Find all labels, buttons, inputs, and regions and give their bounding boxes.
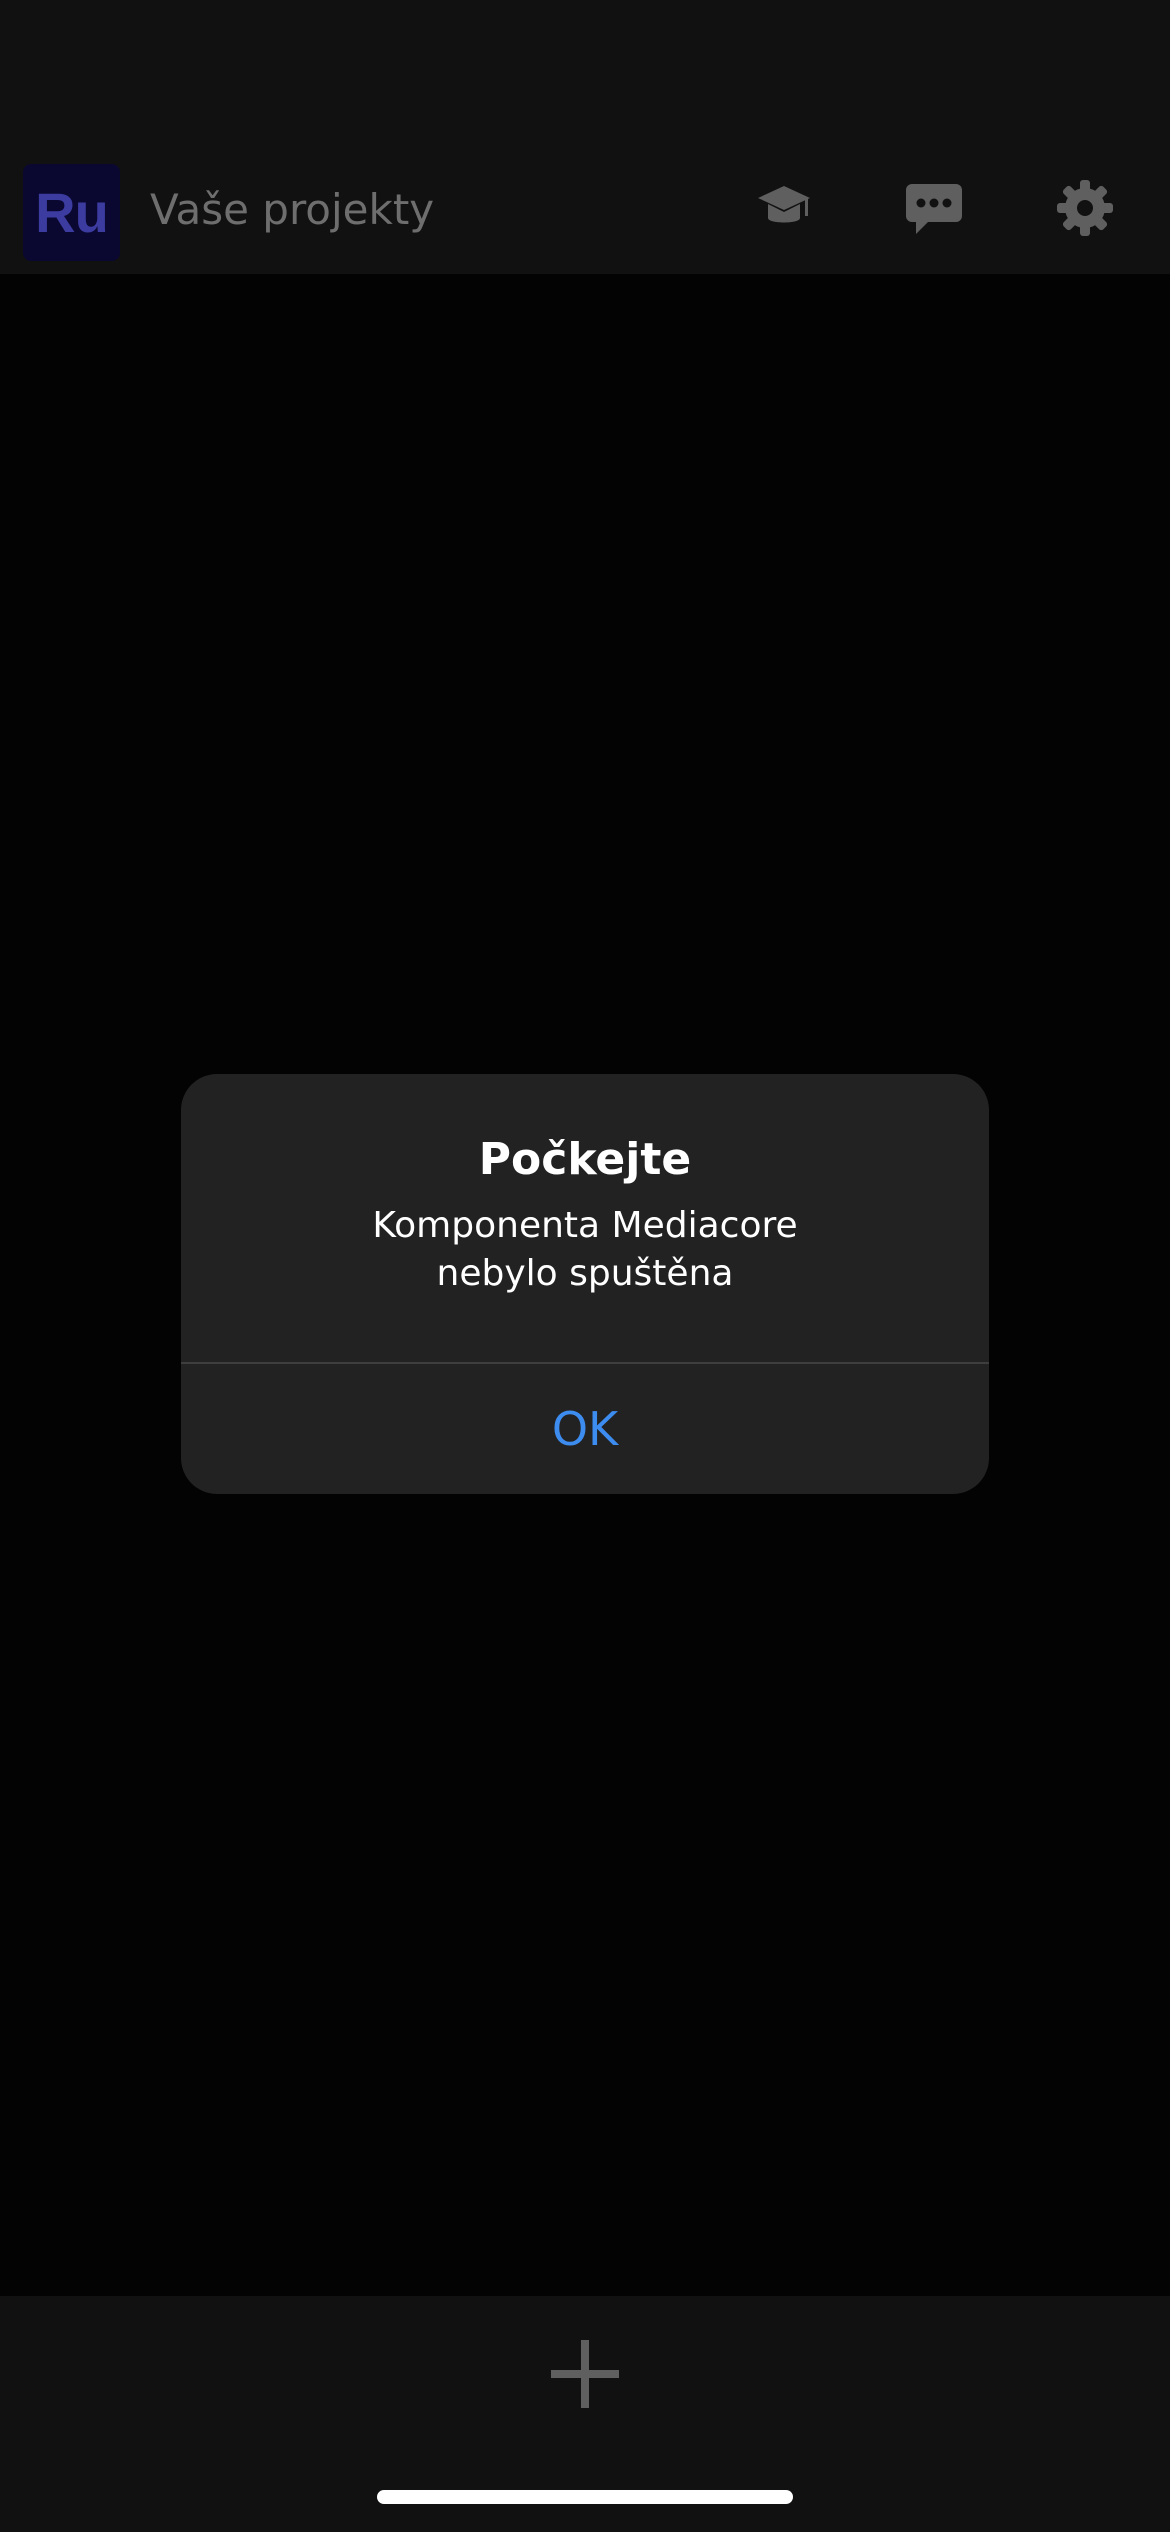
status-bar — [0, 0, 1170, 160]
app-logo: Ru — [23, 164, 120, 261]
dialog-title: Počkejte — [478, 1134, 692, 1185]
app-logo-text: Ru — [35, 181, 109, 244]
page-title: Vaše projekty — [150, 185, 435, 234]
dialog-message-line-2: nebylo spuštěna — [436, 1253, 734, 1294]
app-header: Ru Vaše projekty — [0, 160, 1170, 274]
gear-icon — [1057, 180, 1113, 236]
ok-button[interactable]: OK — [181, 1364, 989, 1494]
settings-button[interactable] — [1055, 178, 1115, 238]
graduation-cap-icon — [758, 186, 810, 223]
plus-icon — [551, 2340, 619, 2408]
dialog-message-line-1: Komponenta Mediacore — [372, 1205, 798, 1246]
add-project-button[interactable] — [535, 2324, 635, 2424]
bottom-bar — [0, 2296, 1170, 2532]
tutorial-button[interactable] — [754, 178, 814, 238]
feedback-button[interactable] — [904, 178, 964, 238]
chat-bubble-icon — [906, 184, 962, 234]
dialog-message: Komponenta Mediacore nebylo spuštěna — [221, 1202, 949, 1298]
home-indicator[interactable] — [377, 2490, 793, 2504]
alert-dialog: Počkejte Komponenta Mediacore nebylo spu… — [181, 1074, 989, 1494]
app-screen: Ru Vaše projekty Počkejte Komponenta Med… — [0, 0, 1170, 2532]
